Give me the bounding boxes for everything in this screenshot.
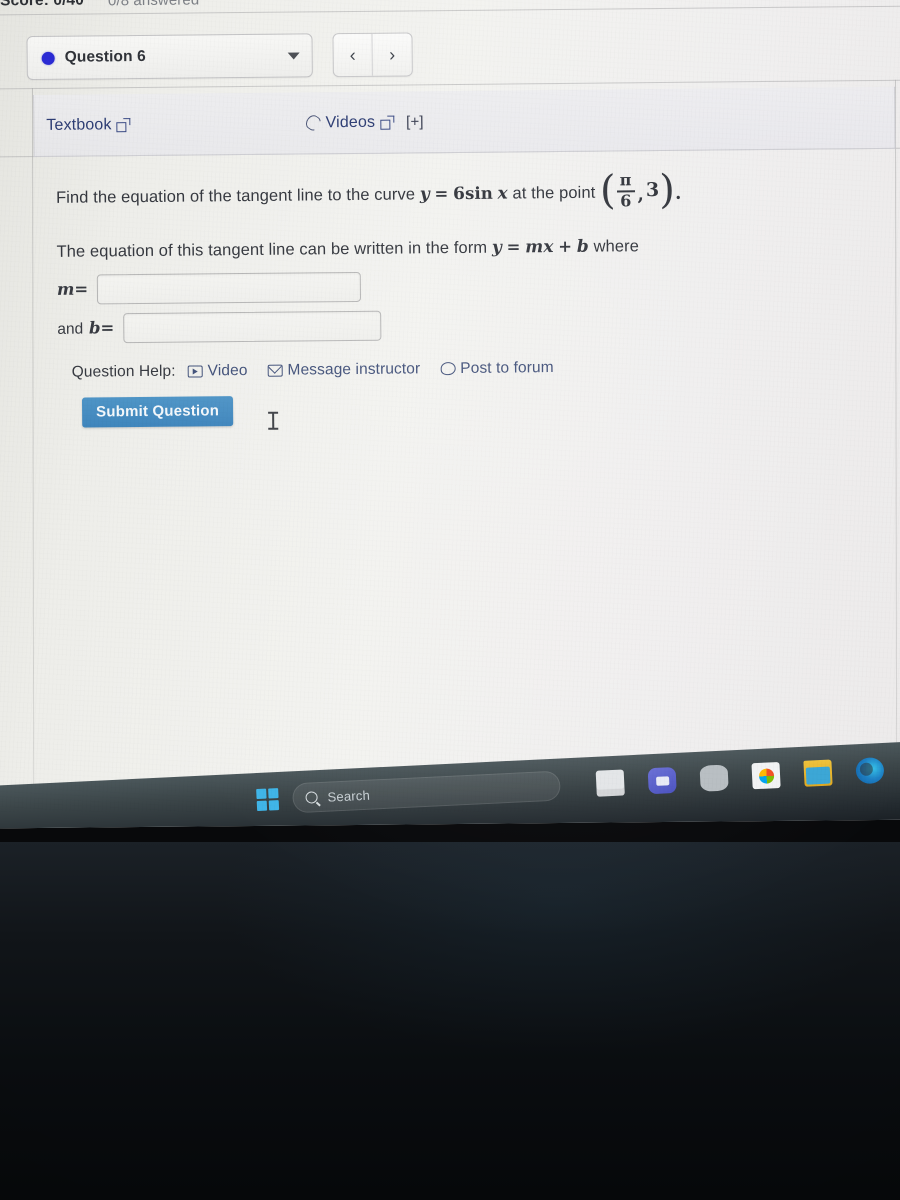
b-label: and b=	[57, 318, 114, 339]
next-question-button[interactable]: ›	[372, 33, 411, 75]
search-icon	[305, 791, 318, 804]
question-body: Find the equation of the tangent line to…	[34, 150, 899, 431]
point-comma: ,	[637, 183, 645, 205]
form-y: y	[491, 237, 502, 259]
form-mx: mx	[525, 237, 554, 258]
help-link-forum-label: Post to forum	[460, 359, 554, 377]
fraction-denominator: 6	[620, 190, 632, 211]
prompt-text-2: at the point	[512, 183, 596, 203]
b-input-field[interactable]	[123, 310, 382, 344]
curve-func: sin	[464, 183, 493, 203]
monitor-screen: Score: 0/40 0/8 answered Question 6 ‹ › …	[0, 0, 900, 829]
question-select-dropdown[interactable]: Question 6	[26, 33, 313, 81]
help-link-message-label: Message instructor	[287, 360, 421, 379]
previous-question-button[interactable]: ‹	[333, 33, 373, 77]
dark-area-below-screen	[0, 842, 900, 1200]
help-link-message-instructor[interactable]: Message instructor	[267, 360, 420, 379]
question-pager: ‹ ›	[332, 32, 413, 78]
help-link-video[interactable]: Video	[187, 361, 248, 381]
curve-y: y	[419, 184, 430, 205]
taskbar-pinned-icons	[595, 755, 885, 797]
play-icon	[187, 365, 203, 378]
envelope-icon	[267, 364, 283, 377]
question-nav-row: Question 6 ‹ ›	[26, 32, 413, 81]
curve-coef: 6	[452, 183, 466, 205]
microsoft-store-icon[interactable]	[751, 761, 781, 790]
taskbar-left-group: Search	[256, 770, 562, 816]
b-symbol: b	[88, 318, 101, 338]
paperclip-icon	[303, 112, 324, 133]
windows-start-icon[interactable]	[256, 788, 280, 812]
resources-panel: Textbook Videos [+]	[33, 86, 896, 158]
question-select-label: Question 6	[64, 47, 146, 66]
expand-videos-button[interactable]: [+]	[406, 113, 424, 130]
prompt-text-1: Find the equation of the tangent line to…	[55, 185, 416, 207]
videos-label: Videos	[325, 113, 376, 131]
m-label: m=	[57, 280, 88, 299]
answered-text: 0/8 answered	[108, 0, 199, 9]
taskbar-search-box[interactable]: Search	[291, 770, 562, 814]
submit-question-button[interactable]: Submit Question	[81, 396, 234, 428]
point-coordinate: ( π 6 , 3 ) .	[599, 166, 682, 214]
question-prompt-line2: The equation of this tangent line can be…	[34, 209, 896, 266]
curve-eq: =	[434, 184, 449, 204]
speech-bubble-icon	[440, 362, 456, 376]
answer-row-m: m=	[35, 267, 897, 305]
edge-browser-icon[interactable]	[855, 756, 885, 785]
question-help-label: Question Help:	[71, 362, 176, 381]
point-period: .	[674, 182, 682, 204]
videos-link[interactable]: Videos [+]	[303, 112, 424, 133]
chevron-down-icon	[287, 51, 300, 60]
paren-close: )	[659, 166, 676, 214]
textbook-link[interactable]: Textbook	[46, 115, 131, 135]
form-eq: =	[506, 237, 521, 257]
external-link-icon	[380, 115, 395, 130]
fraction-numerator: π	[619, 170, 632, 190]
text-ibeam-cursor	[268, 411, 279, 431]
file-explorer-icon[interactable]	[803, 759, 833, 787]
search-placeholder: Search	[327, 787, 371, 805]
b-equals: =	[100, 318, 115, 338]
textbook-label: Textbook	[46, 115, 112, 134]
app-window-icon[interactable]	[595, 769, 625, 797]
prompt-text-4: where	[593, 237, 640, 257]
question-prompt-line1: Find the equation of the tangent line to…	[34, 150, 897, 218]
widgets-icon[interactable]	[699, 764, 729, 792]
fraction-pi-over-6: π 6	[616, 170, 635, 211]
m-symbol: m	[56, 280, 75, 300]
point-second: 3	[645, 179, 660, 202]
prompt-text-3: The equation of this tangent line can be…	[56, 239, 488, 262]
b-and-word: and	[57, 320, 84, 338]
form-b: b	[576, 237, 589, 258]
answer-row-b: and b=	[35, 306, 897, 344]
m-equals: =	[74, 279, 89, 300]
question-status-dot	[41, 51, 55, 65]
help-link-post-to-forum[interactable]: Post to forum	[440, 359, 554, 378]
curve-var: x	[497, 183, 508, 204]
chat-icon[interactable]	[647, 766, 677, 795]
score-text: Score: 0/40	[0, 0, 85, 10]
photo-of-monitor: Score: 0/40 0/8 answered Question 6 ‹ › …	[0, 0, 900, 1200]
form-plus: +	[558, 237, 573, 257]
m-input-field[interactable]	[97, 271, 362, 305]
paren-open: (	[599, 167, 616, 214]
help-link-video-label: Video	[207, 361, 248, 380]
external-link-icon	[116, 117, 131, 132]
question-help-row: Question Help: Video Message instructor …	[36, 356, 898, 382]
